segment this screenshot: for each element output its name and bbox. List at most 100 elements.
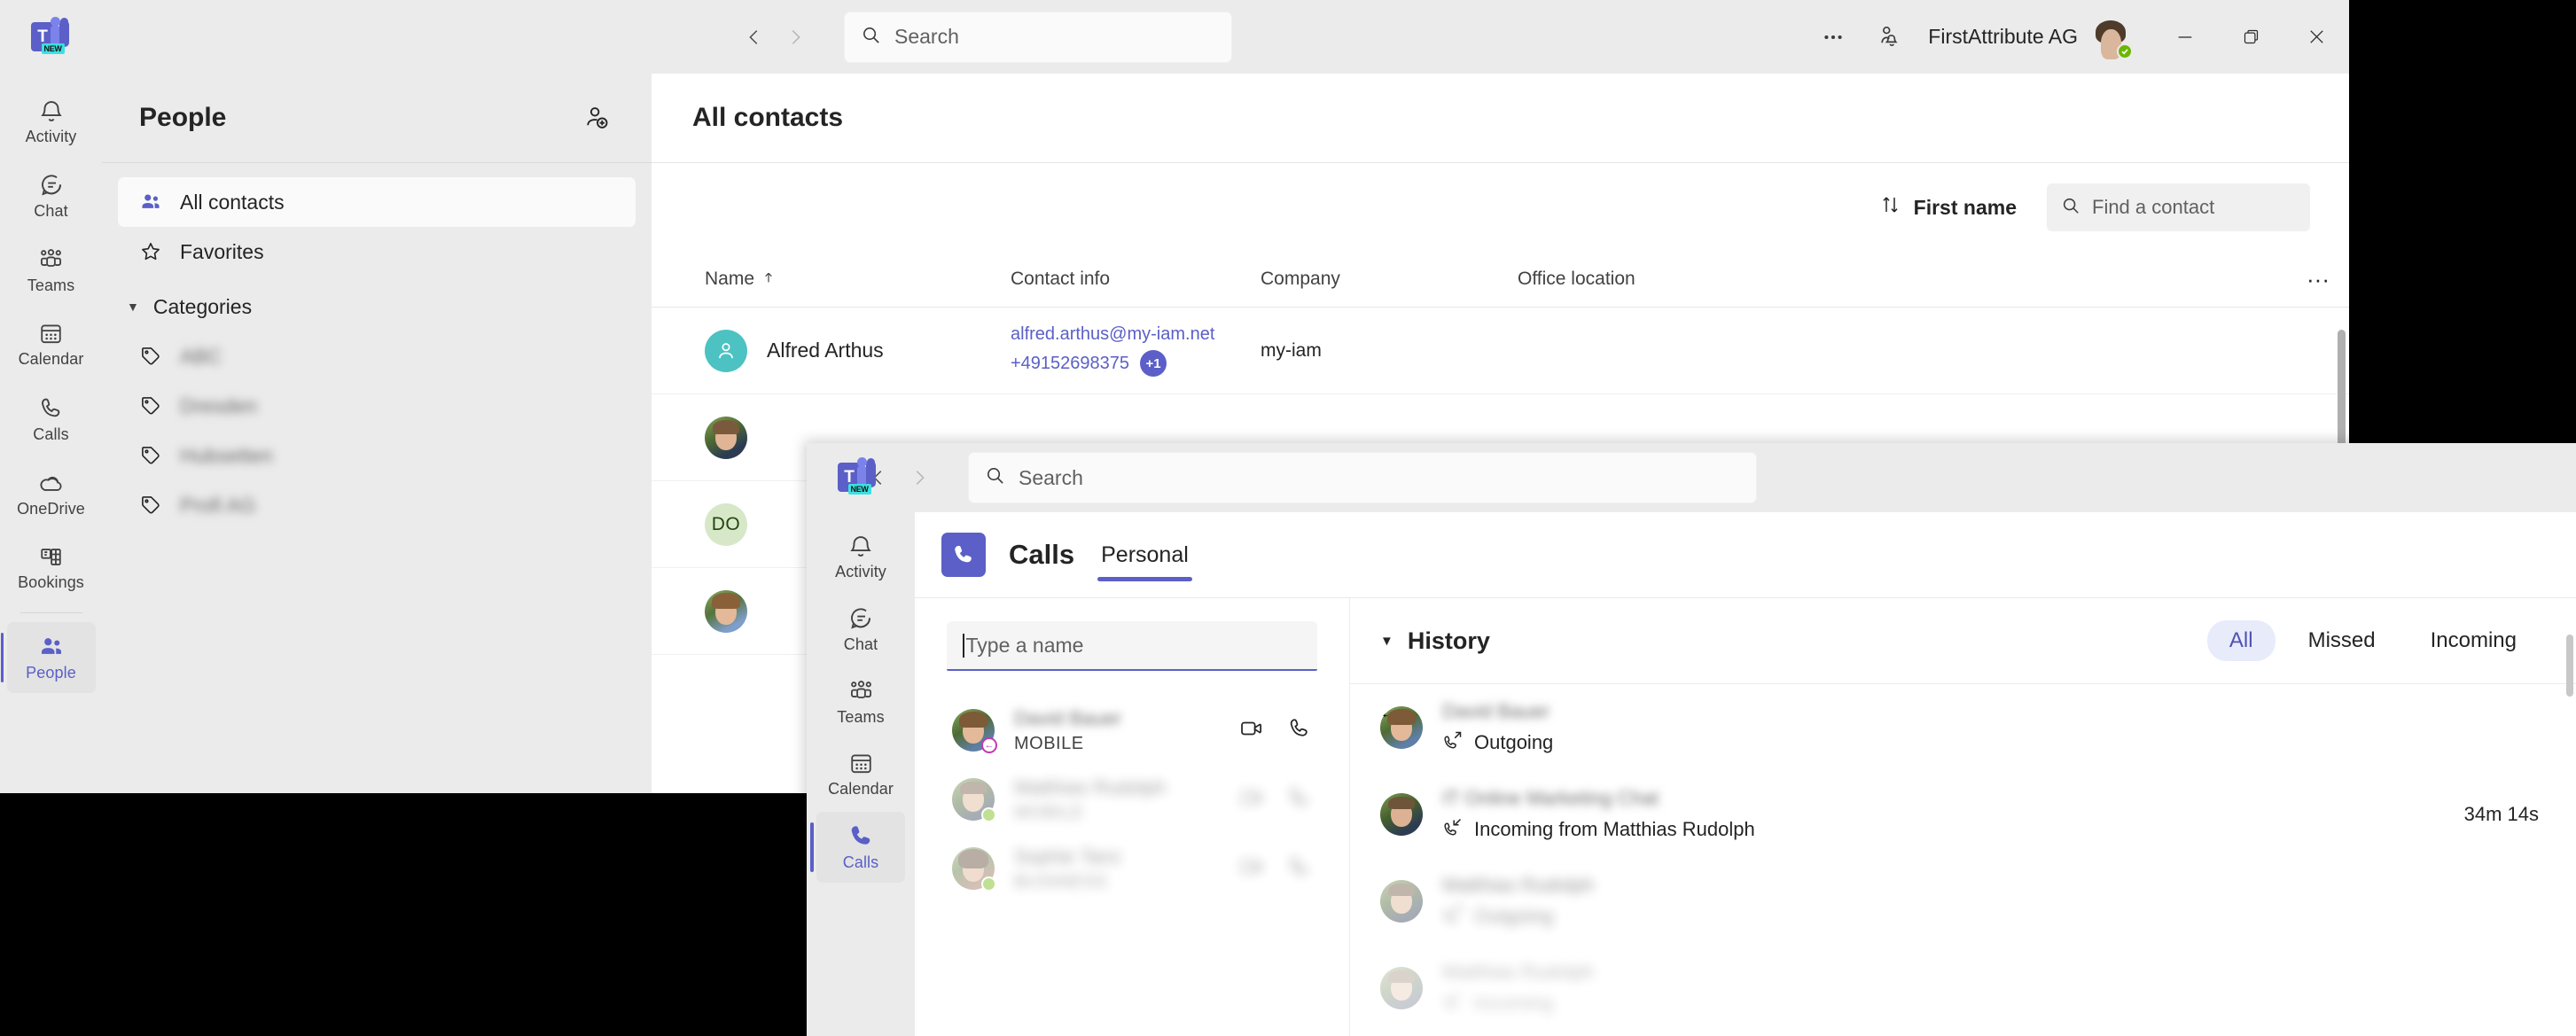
- video-call-icon[interactable]: [1239, 716, 1264, 745]
- filter-missed[interactable]: Missed: [2286, 620, 2398, 661]
- filter-incoming[interactable]: Incoming: [2408, 620, 2539, 661]
- sidebar-category-item[interactable]: Hubsetten: [118, 431, 636, 480]
- contact-company: my-iam: [1261, 339, 1322, 361]
- app-rail: Activity Chat Teams Calendar Calls: [807, 512, 915, 1036]
- sidebar-item-calendar[interactable]: Calendar: [7, 309, 96, 380]
- sidebar-item-all-contacts[interactable]: All contacts: [118, 177, 636, 227]
- calls-header: Calls Personal: [915, 512, 2576, 597]
- avatar: [705, 589, 747, 633]
- categories-header[interactable]: ▼ Categories: [118, 282, 636, 331]
- caret-down-icon[interactable]: ▼: [1380, 634, 1393, 649]
- ellipsis-icon[interactable]: [1806, 10, 1861, 65]
- sidebar-item-label: Chat: [34, 201, 68, 220]
- status-badge-offline: ←: [981, 737, 997, 753]
- sidebar-item-people[interactable]: People: [0, 622, 96, 693]
- contact-name: Matthias Rudolph: [1014, 775, 1167, 798]
- video-call-icon[interactable]: [1239, 854, 1264, 884]
- left-nav-header: People: [102, 74, 652, 162]
- phone-call-icon[interactable]: [1287, 785, 1312, 814]
- sidebar-item-label: Favorites: [180, 239, 264, 263]
- sidebar-item-activity[interactable]: Activity: [816, 521, 905, 592]
- call-direction: Outgoing: [1442, 729, 2519, 756]
- contact-name: Alfred Arthus: [767, 339, 884, 362]
- sidebar-category-item[interactable]: ABC: [118, 331, 636, 381]
- sidebar-item-calendar[interactable]: Calendar: [816, 739, 905, 810]
- status-badge-available: [2117, 43, 2133, 59]
- type-a-name-input[interactable]: Type a name: [947, 621, 1317, 671]
- history-text: Matthias Rudolph Outgoing: [1442, 874, 2519, 930]
- sidebar-item-calls[interactable]: Calls: [7, 384, 96, 455]
- suggestion-text: David Bauer MOBILE: [1014, 707, 1220, 754]
- search-input[interactable]: Search: [968, 452, 1757, 503]
- column-label: Contact info: [1011, 269, 1111, 289]
- sidebar-category-item[interactable]: Profi AG: [118, 480, 636, 530]
- sidebar-item-onedrive[interactable]: OneDrive: [7, 458, 96, 529]
- calls-window-titlebar: T NEW Search: [807, 443, 2576, 512]
- list-item[interactable]: Matthias Rudolph MOBILE: [947, 765, 1317, 834]
- avatar[interactable]: [2090, 17, 2133, 59]
- account-chip[interactable]: FirstAttribute AG: [1916, 17, 2136, 59]
- forward-icon[interactable]: [777, 19, 814, 56]
- list-item[interactable]: Matthias Rudolph Outgoing: [1350, 858, 2576, 945]
- app-rail: Activity Chat Teams Calendar Calls OneDr…: [0, 74, 102, 793]
- sidebar-item-teams[interactable]: Teams: [816, 666, 905, 737]
- list-item[interactable]: IT Online Marketing Chat Incoming from M…: [1350, 771, 2576, 858]
- person-add-icon[interactable]: [574, 95, 620, 141]
- sidebar-item-teams[interactable]: Teams: [7, 235, 96, 306]
- sidebar-item-label: OneDrive: [17, 500, 85, 518]
- contact-number-type: BUSINESS: [1014, 871, 1108, 892]
- status-badge[interactable]: +1: [1140, 350, 1167, 377]
- sidebar-item-activity[interactable]: Activity: [7, 86, 96, 157]
- phone-call-icon[interactable]: [1287, 716, 1312, 745]
- column-header-contact-info[interactable]: Contact info: [1011, 269, 1261, 290]
- sidebar-category-item[interactable]: Dresden: [118, 381, 636, 431]
- restore-icon[interactable]: [2218, 0, 2283, 74]
- column-label: Company: [1261, 269, 1340, 289]
- phone-icon: [941, 533, 986, 577]
- video-call-icon[interactable]: [1239, 785, 1264, 814]
- call-outgoing-icon: [1442, 903, 1464, 930]
- phone-call-icon[interactable]: [1287, 854, 1312, 884]
- sidebar-item-favorites[interactable]: Favorites: [118, 227, 636, 277]
- avatar: [1380, 967, 1423, 1009]
- column-header-company[interactable]: Company: [1261, 269, 1518, 290]
- contact-phone[interactable]: +49152698375: [1011, 354, 1129, 374]
- sidebar-item-calls[interactable]: Calls: [810, 812, 905, 883]
- ellipsis-icon[interactable]: ···: [2287, 266, 2349, 293]
- column-header-name[interactable]: Name: [705, 269, 1011, 290]
- avatar: [952, 847, 996, 892]
- find-contact-input[interactable]: Find a contact: [2047, 183, 2310, 231]
- list-item[interactable]: ← David Bauer MOBILE: [947, 696, 1317, 765]
- table-row[interactable]: Alfred Arthus alfred.arthus@my-iam.net +…: [652, 308, 2349, 394]
- sidebar-item-chat[interactable]: Chat: [816, 594, 905, 665]
- sidebar-item-label: All contacts: [180, 190, 285, 214]
- vertical-scrollbar[interactable]: [2566, 635, 2573, 697]
- filter-all[interactable]: All: [2206, 620, 2275, 661]
- sidebar-category-label: ABC: [180, 344, 222, 368]
- sidebar-item-label: Calls: [33, 425, 69, 443]
- contact-email[interactable]: alfred.arthus@my-iam.net: [1011, 324, 1261, 345]
- status-badge-available: [981, 807, 996, 822]
- list-item[interactable]: Sophie Tanz BUSINESS: [947, 834, 1317, 903]
- minimize-icon[interactable]: [2152, 0, 2218, 74]
- search-icon: [861, 25, 881, 50]
- call-outgoing-icon: [1442, 729, 1464, 756]
- column-header-office-location[interactable]: Office location: [1518, 269, 2287, 290]
- list-item[interactable]: Matthias Rudolph Incoming: [1350, 945, 2576, 1032]
- sidebar-category-label: Dresden: [180, 393, 257, 417]
- calls-main-panel: Calls Personal Type a name ← David Bauer…: [915, 512, 2576, 1036]
- bell-person-icon[interactable]: [1861, 10, 1916, 65]
- vertical-scrollbar[interactable]: [2338, 330, 2346, 447]
- close-icon[interactable]: [2283, 0, 2349, 74]
- forward-icon[interactable]: [901, 459, 938, 496]
- contact-name-cell: Alfred Arthus: [705, 329, 1011, 372]
- sidebar-item-chat[interactable]: Chat: [7, 160, 96, 231]
- search-input[interactable]: Search: [844, 11, 1232, 63]
- sort-button[interactable]: First name: [1870, 187, 2027, 228]
- call-direction-label: Incoming from Matthias Rudolph: [1474, 817, 1755, 840]
- sidebar-item-bookings[interactable]: Bookings: [7, 533, 96, 604]
- sidebar-item-label: Activity: [835, 562, 886, 580]
- back-icon[interactable]: [736, 19, 773, 56]
- list-item[interactable]: ← David Bauer Outgoing: [1350, 684, 2576, 771]
- tab-personal[interactable]: Personal: [1097, 512, 1192, 597]
